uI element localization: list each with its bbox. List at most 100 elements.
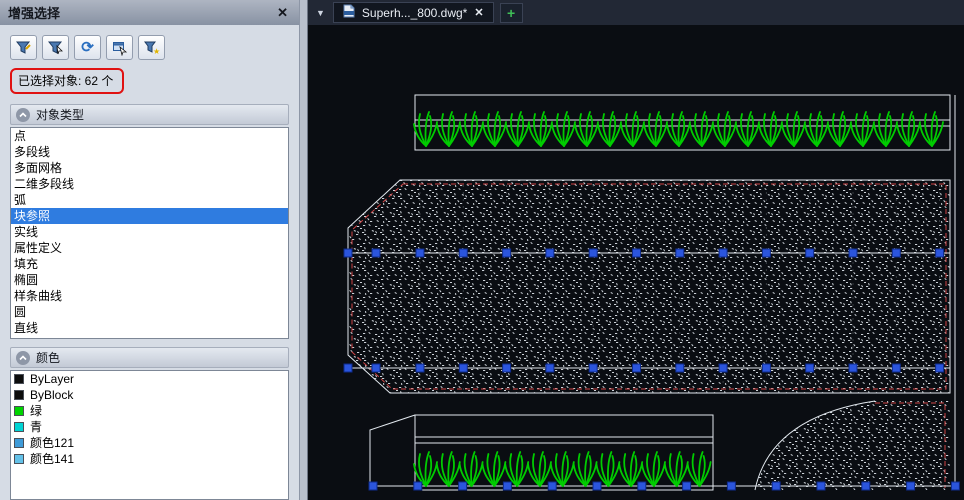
object-type-section-header[interactable]: 对象类型 xyxy=(10,104,289,125)
color-section-label: 颜色 xyxy=(36,349,60,366)
selection-grip xyxy=(459,364,467,372)
color-item[interactable]: 颜色121 xyxy=(11,435,288,451)
refresh-icon: ⟳ xyxy=(81,40,94,55)
selection-grip xyxy=(546,249,554,257)
selection-grip xyxy=(676,364,684,372)
object-type-item[interactable]: 样条曲线 xyxy=(11,288,288,304)
selection-grip xyxy=(638,482,646,490)
object-type-list[interactable]: 点多段线多面网格二维多段线弧块参照实线属性定义填充椭圆样条曲线圆直线 xyxy=(10,127,289,339)
plus-icon: + xyxy=(507,5,515,21)
object-type-item[interactable]: 直线 xyxy=(11,320,288,336)
document-tab[interactable]: Superh..._800.dwg* ✕ xyxy=(333,2,494,23)
selection-grip xyxy=(862,482,870,490)
color-item-label: ByLayer xyxy=(30,371,74,387)
color-item[interactable]: 绿 xyxy=(11,403,288,419)
selection-grip xyxy=(546,364,554,372)
cad-application-window: 增强选择 ✕ ⟳ xyxy=(0,0,964,500)
panel-splitter[interactable] xyxy=(300,0,308,500)
object-type-item[interactable]: 多段线 xyxy=(11,144,288,160)
object-type-item[interactable]: 点 xyxy=(11,128,288,144)
tab-list-dropdown-icon[interactable]: ▼ xyxy=(314,8,327,18)
dwg-file-icon xyxy=(342,4,356,21)
cad-canvas[interactable] xyxy=(308,25,964,500)
refresh-selection-button[interactable]: ⟳ xyxy=(74,35,101,60)
selection-grip xyxy=(892,364,900,372)
new-tab-button[interactable]: + xyxy=(500,3,523,23)
color-swatch xyxy=(14,374,24,384)
selection-grip xyxy=(951,482,959,490)
selection-grip xyxy=(503,249,511,257)
selection-grip xyxy=(719,249,727,257)
color-swatch xyxy=(14,406,24,416)
object-type-item[interactable]: 椭圆 xyxy=(11,272,288,288)
selection-count-status: 已选择对象: 62 个 xyxy=(10,68,124,94)
selection-grip xyxy=(727,482,735,490)
selection-grip xyxy=(936,364,944,372)
color-item[interactable]: 青 xyxy=(11,419,288,435)
selection-grip xyxy=(683,482,691,490)
selection-grip xyxy=(772,482,780,490)
color-item-label: 颜色121 xyxy=(30,435,74,451)
object-type-item[interactable]: 二维多段线 xyxy=(11,176,288,192)
panel-body: ⟳ ★ 已选择对象: 62 个 对象类型 xyxy=(0,25,299,500)
panel-title: 增强选择 xyxy=(8,3,274,22)
document-tab-bar: ▼ Superh..._800.dwg* ✕ + xyxy=(308,0,964,25)
selection-grip xyxy=(344,249,352,257)
selection-grip xyxy=(633,364,641,372)
color-swatch xyxy=(14,390,24,400)
color-item[interactable]: ByLayer xyxy=(11,371,288,387)
select-with-filter-button[interactable] xyxy=(42,35,69,60)
object-type-item[interactable]: 块参照 xyxy=(11,208,288,224)
selection-grip xyxy=(548,482,556,490)
selection-grip xyxy=(459,249,467,257)
selection-grip xyxy=(372,364,380,372)
selection-toolbar: ⟳ ★ xyxy=(10,35,289,60)
color-swatch xyxy=(14,454,24,464)
color-item[interactable]: 颜色141 xyxy=(11,451,288,467)
selection-grip xyxy=(892,249,900,257)
object-type-section-label: 对象类型 xyxy=(36,106,84,123)
selection-grip xyxy=(416,364,424,372)
selection-grip xyxy=(817,482,825,490)
select-window-button[interactable] xyxy=(106,35,133,60)
object-type-item[interactable]: 属性定义 xyxy=(11,240,288,256)
document-tab-label: Superh..._800.dwg* xyxy=(362,6,467,20)
funnel-star-icon: ★ xyxy=(144,40,160,56)
selection-grip xyxy=(503,364,511,372)
funnel-pencil-icon xyxy=(16,40,32,56)
selection-grip xyxy=(503,482,511,490)
selection-grip xyxy=(459,482,467,490)
selection-grip xyxy=(806,249,814,257)
selection-grip xyxy=(806,364,814,372)
color-item-label: ByBlock xyxy=(30,387,73,403)
window-cursor-icon xyxy=(112,40,128,56)
selection-grip xyxy=(849,249,857,257)
color-item[interactable]: ByBlock xyxy=(11,387,288,403)
selection-grip xyxy=(762,249,770,257)
selection-grip xyxy=(633,249,641,257)
selection-grip xyxy=(762,364,770,372)
object-type-item[interactable]: 填充 xyxy=(11,256,288,272)
color-item-label: 绿 xyxy=(30,403,42,419)
tab-close-icon[interactable]: ✕ xyxy=(473,6,484,19)
enhanced-selection-panel: 增强选择 ✕ ⟳ xyxy=(0,0,300,500)
collapse-chevron-icon[interactable] xyxy=(16,108,30,122)
filter-favorites-button[interactable]: ★ xyxy=(138,35,165,60)
selection-grip xyxy=(589,364,597,372)
object-type-item[interactable]: 多面网格 xyxy=(11,160,288,176)
color-section-header[interactable]: 颜色 xyxy=(10,347,289,368)
object-type-item[interactable]: 圆 xyxy=(11,304,288,320)
object-type-item[interactable]: 实线 xyxy=(11,224,288,240)
color-item-label: 青 xyxy=(30,419,42,435)
panel-close-icon[interactable]: ✕ xyxy=(274,5,291,21)
panel-titlebar: 增强选择 ✕ xyxy=(0,0,299,25)
color-swatch xyxy=(14,438,24,448)
funnel-cursor-icon xyxy=(48,40,64,56)
collapse-chevron-icon[interactable] xyxy=(16,351,30,365)
selection-grip xyxy=(719,364,727,372)
drawing-area: ▼ Superh..._800.dwg* ✕ + xyxy=(308,0,964,500)
new-filter-button[interactable] xyxy=(10,35,37,60)
color-list[interactable]: ByLayerByBlock绿青颜色121颜色141 xyxy=(10,370,289,500)
selection-grip xyxy=(936,249,944,257)
object-type-item[interactable]: 弧 xyxy=(11,192,288,208)
